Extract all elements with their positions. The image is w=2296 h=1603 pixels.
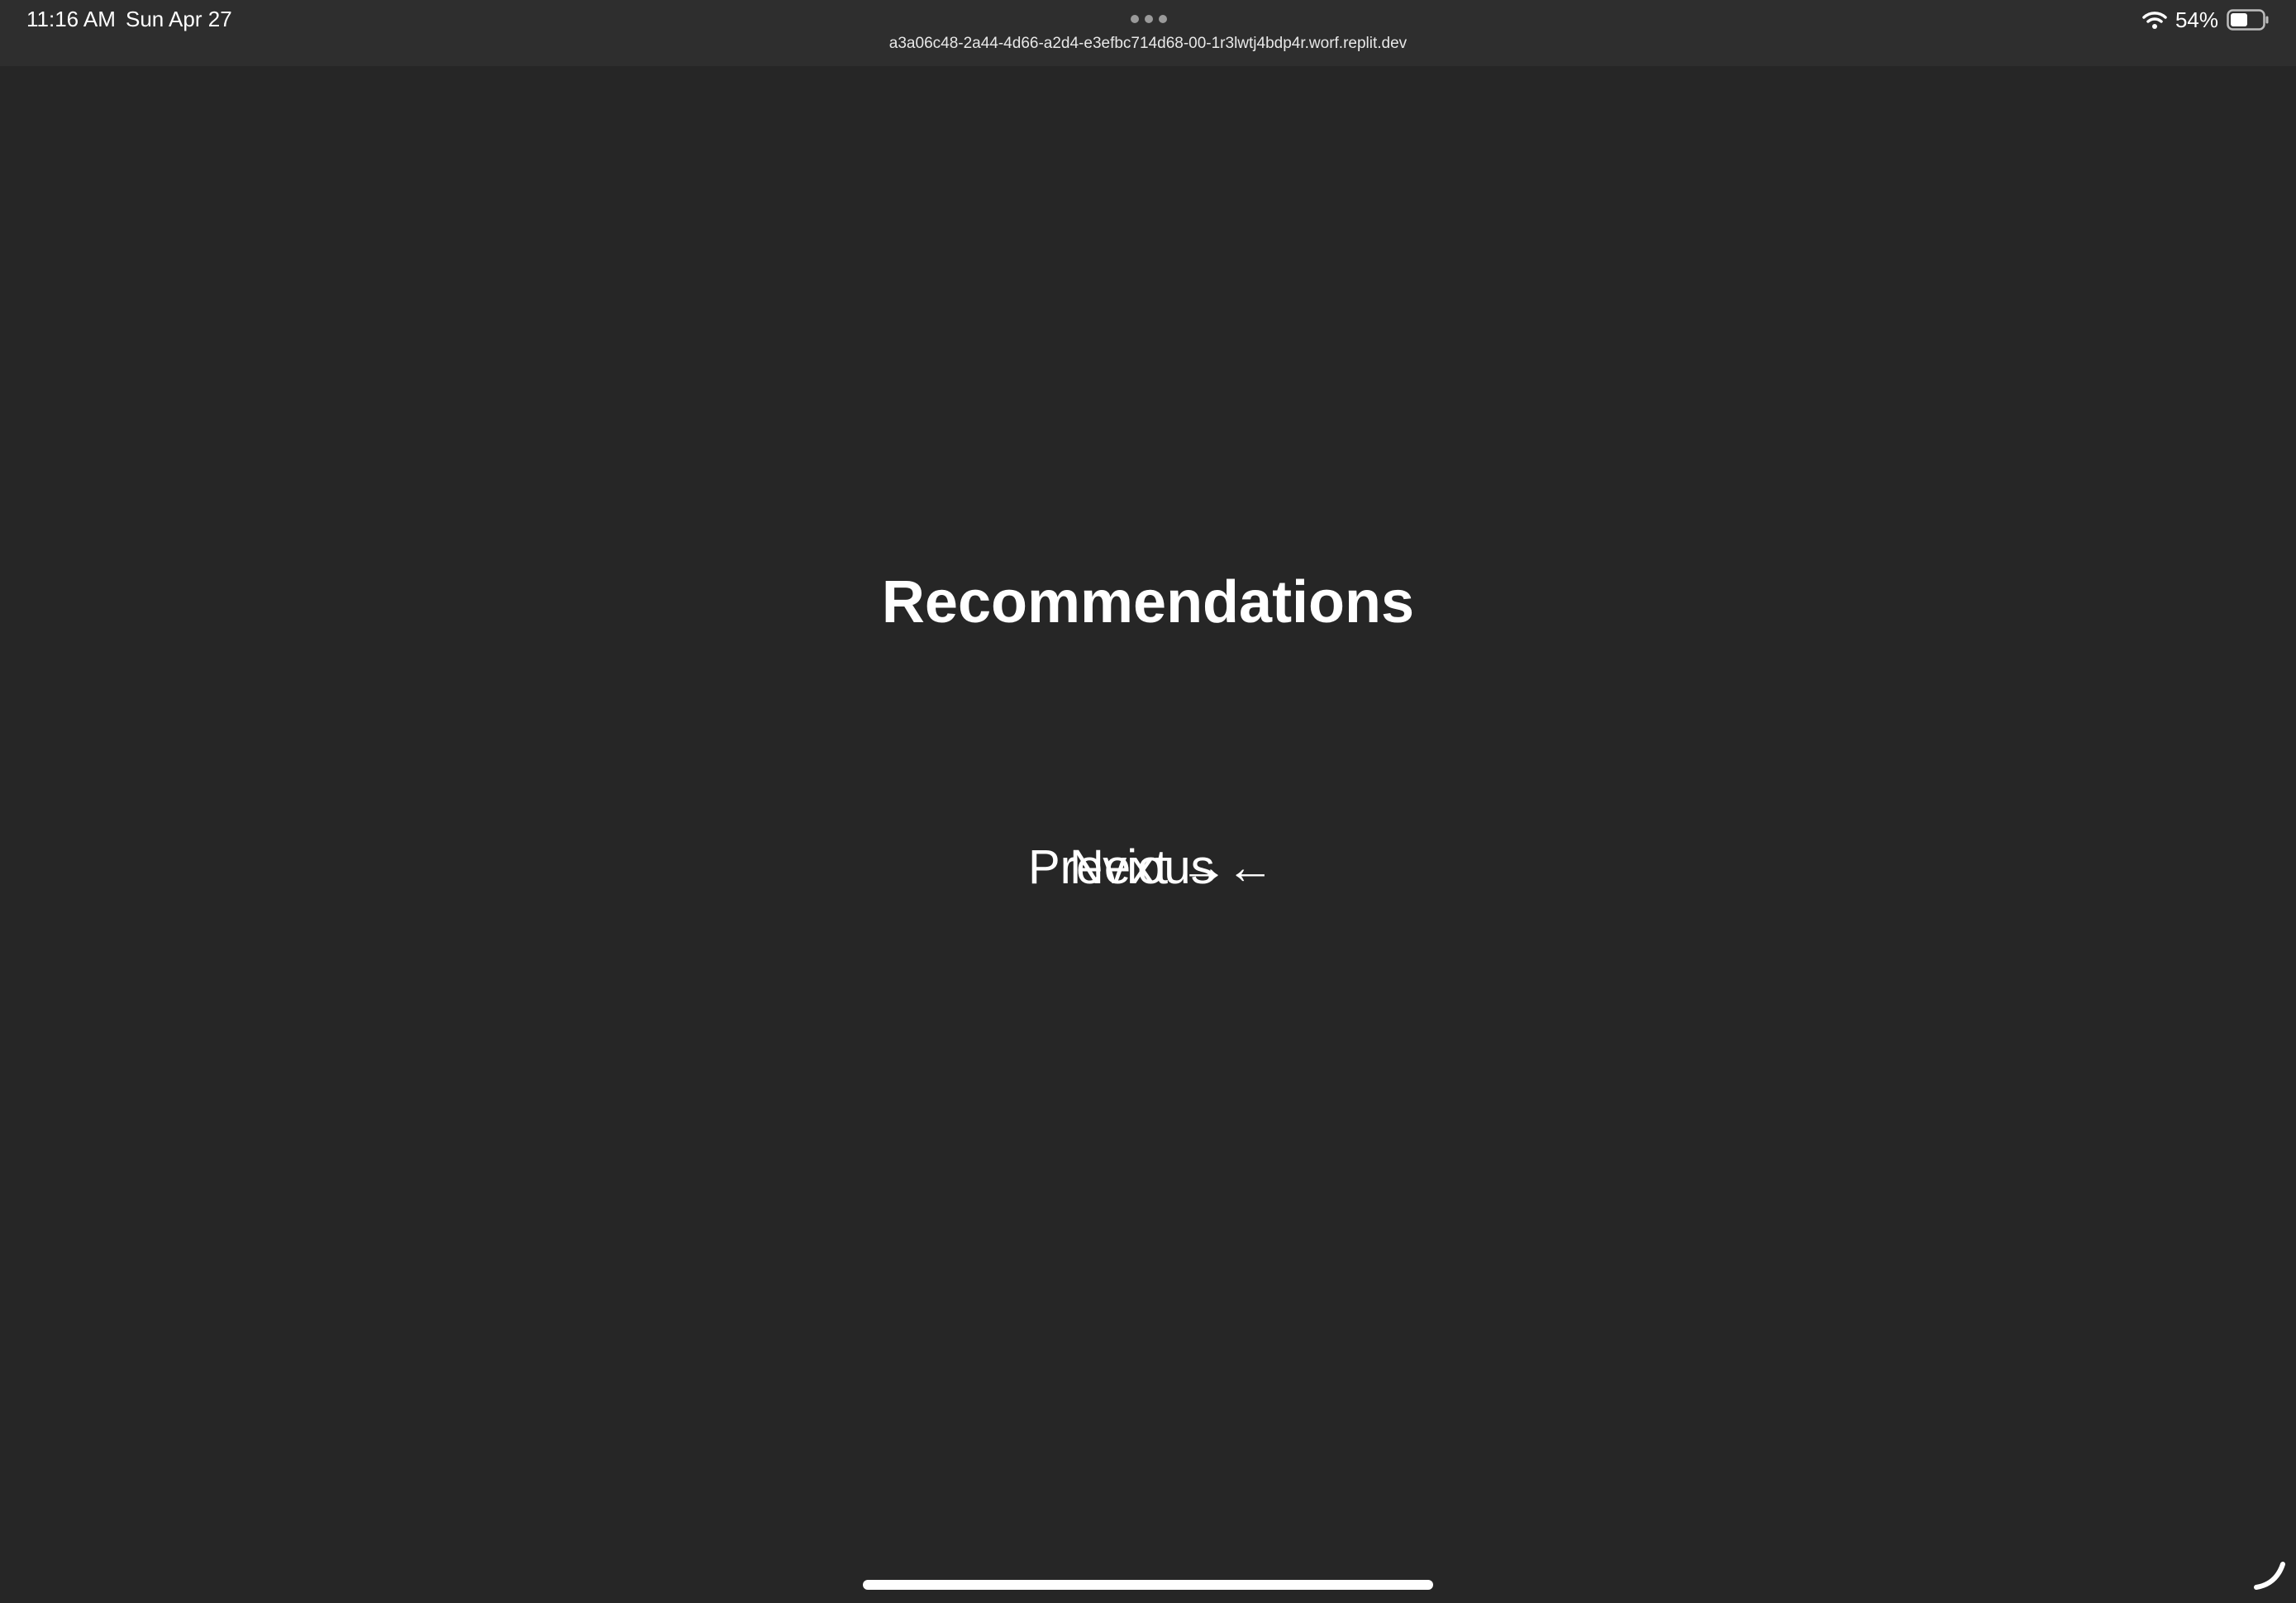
- arrow-right-icon: →: [1179, 840, 1228, 894]
- battery-percent: 54%: [2175, 7, 2218, 32]
- page-url[interactable]: a3a06c48-2a44-4d66-a2d4-e3efbc714d68-00-…: [0, 35, 2296, 53]
- next-button[interactable]: Next →: [1069, 839, 1227, 897]
- status-indicators: 54%: [2142, 7, 2270, 33]
- pagination-controls: Previous ← Next →: [1028, 839, 1276, 897]
- arrow-left-icon: ←: [1226, 840, 1274, 894]
- screen: 11:16 AM Sun Apr 27 a3a06c48-2a44-4d66-a…: [0, 0, 2296, 1603]
- more-dots-icon[interactable]: [1131, 15, 1167, 25]
- wifi-icon: [2142, 10, 2167, 30]
- home-indicator[interactable]: [863, 1580, 1433, 1590]
- status-time: 11:16 AM: [26, 7, 116, 31]
- battery-icon: [2227, 9, 2270, 31]
- resize-handle-icon[interactable]: [2251, 1556, 2288, 1596]
- page-title: Recommendations: [881, 569, 1415, 636]
- next-label: Next: [1069, 840, 1169, 894]
- status-date: Sun Apr 27: [126, 7, 232, 31]
- status-bar: 11:16 AM Sun Apr 27 a3a06c48-2a44-4d66-a…: [0, 0, 2296, 66]
